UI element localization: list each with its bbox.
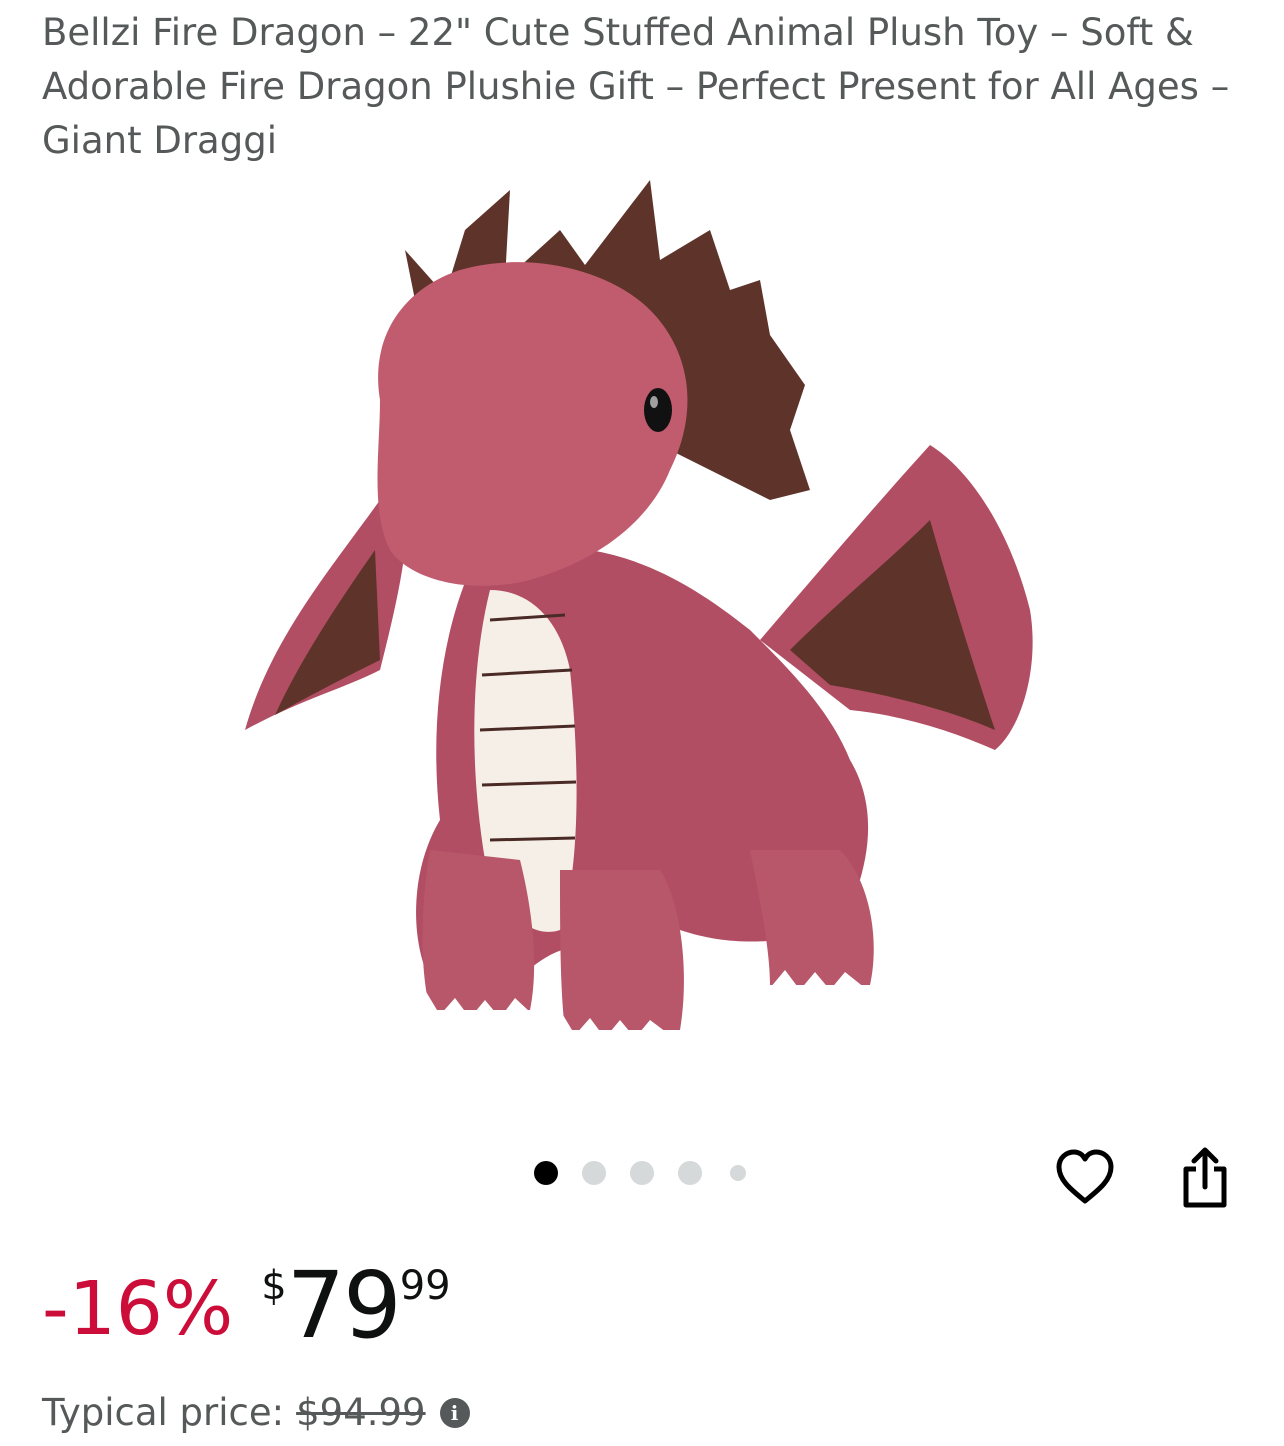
typical-price-row: Typical price: $94.99 i: [42, 1388, 470, 1438]
info-icon[interactable]: i: [439, 1398, 470, 1428]
carousel-dot-4[interactable]: [678, 1161, 702, 1185]
heart-outline-icon: [1056, 1149, 1114, 1204]
typical-price-label: Typical price:: [42, 1391, 285, 1434]
discount-percentage: -16%: [42, 1266, 234, 1352]
carousel-dot-5[interactable]: [730, 1165, 746, 1181]
carousel-dot-3[interactable]: [630, 1161, 654, 1185]
share-icon: [1183, 1147, 1227, 1208]
price-fraction: 99: [399, 1263, 451, 1309]
image-carousel-indicator[interactable]: [534, 1160, 770, 1186]
product-title: Bellzi Fire Dragon – 22" Cute Stuffed An…: [42, 11, 1230, 162]
carousel-dot-1[interactable]: [534, 1161, 558, 1185]
add-to-wishlist-button[interactable]: [1050, 1138, 1120, 1216]
current-price: $ 79 99: [261, 1250, 450, 1352]
carousel-dot-2[interactable]: [582, 1161, 606, 1185]
dragon-plush-illustration: [245, 180, 1033, 1038]
price-block: -16% $ 79 99: [42, 1250, 451, 1360]
price-whole: 79: [286, 1252, 402, 1359]
typical-price-value: $94.99: [296, 1391, 426, 1434]
share-button[interactable]: [1170, 1138, 1240, 1216]
price-currency-symbol: $: [261, 1263, 287, 1309]
product-image[interactable]: [230, 170, 1060, 1070]
